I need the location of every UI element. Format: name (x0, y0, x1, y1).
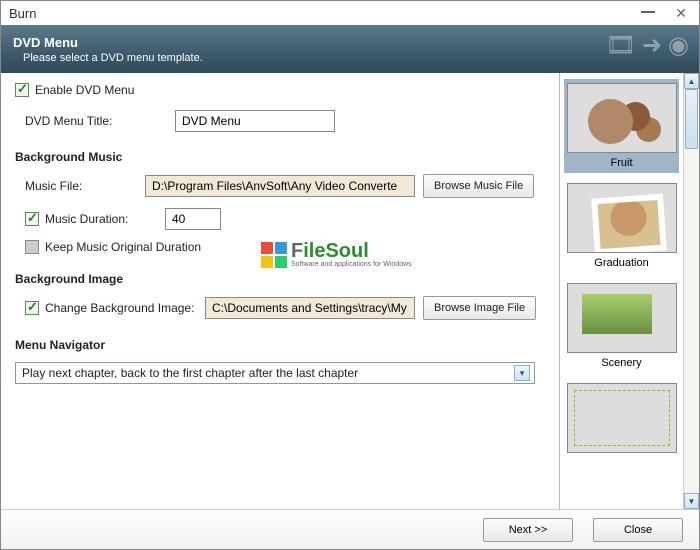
close-button[interactable]: Close (593, 518, 683, 542)
template-item[interactable] (564, 379, 679, 461)
template-list[interactable]: Fruit Graduation Scenery (560, 73, 683, 509)
titlebar: Burn ✕ (1, 1, 699, 25)
music-file-input[interactable] (145, 175, 415, 197)
film-icon: 🎞 (605, 31, 635, 60)
template-thumbnail (567, 283, 677, 353)
close-icon[interactable]: ✕ (675, 5, 687, 22)
section-navigator: Menu Navigator (15, 338, 545, 352)
section-bg-music: Background Music (15, 150, 545, 164)
banner: DVD Menu Please select a DVD menu templa… (1, 25, 699, 73)
scroll-thumb[interactable] (685, 89, 698, 149)
keep-original-label: Keep Music Original Duration (45, 240, 201, 254)
keep-original-duration-checkbox[interactable]: Keep Music Original Duration (15, 240, 201, 254)
minimize-button[interactable] (641, 11, 655, 13)
main-panel: Enable DVD Menu DVD Menu Title: Backgrou… (1, 73, 559, 509)
template-label: Fruit (566, 157, 677, 169)
browse-music-button[interactable]: Browse Music File (423, 174, 534, 198)
template-thumbnail (567, 383, 677, 453)
music-duration-label: Music Duration: (45, 212, 128, 226)
template-item-fruit[interactable]: Fruit (564, 79, 679, 173)
template-item-graduation[interactable]: Graduation (564, 179, 679, 273)
dvd-menu-title-label: DVD Menu Title: (15, 114, 175, 128)
banner-subtitle: Please select a DVD menu template. (23, 52, 203, 64)
template-label: Graduation (566, 257, 677, 269)
checkbox-icon (25, 212, 39, 226)
footer: Next >> Close (1, 509, 699, 549)
arrow-icon: ➜ (642, 31, 662, 60)
scroll-track[interactable] (684, 89, 699, 493)
template-sidebar: Fruit Graduation Scenery ▲ (559, 73, 699, 509)
change-bg-image-label: Change Background Image: (45, 301, 194, 315)
checkbox-icon (15, 83, 29, 97)
enable-dvd-menu-label: Enable DVD Menu (35, 83, 134, 97)
enable-dvd-menu-checkbox[interactable]: Enable DVD Menu (15, 83, 134, 97)
next-button[interactable]: Next >> (483, 518, 573, 542)
banner-title: DVD Menu (13, 35, 203, 50)
scroll-down-icon[interactable]: ▼ (684, 493, 699, 509)
sidebar-scrollbar[interactable]: ▲ ▼ (683, 73, 699, 509)
burn-window: Burn ✕ DVD Menu Please select a DVD menu… (0, 0, 700, 550)
bg-image-path-input[interactable] (205, 297, 415, 319)
template-thumbnail (567, 183, 677, 253)
template-label: Scenery (566, 357, 677, 369)
music-duration-input[interactable] (165, 208, 221, 230)
browse-image-button[interactable]: Browse Image File (423, 296, 536, 320)
window-title: Burn (9, 6, 36, 21)
checkbox-icon (25, 240, 39, 254)
music-duration-checkbox[interactable]: Music Duration: (15, 212, 165, 226)
chevron-down-icon: ▾ (514, 365, 530, 381)
navigator-select[interactable]: Play next chapter, back to the first cha… (15, 362, 535, 384)
template-thumbnail (567, 83, 677, 153)
navigator-selected-value: Play next chapter, back to the first cha… (22, 366, 358, 380)
disc-icon: ◉ (668, 31, 689, 60)
scroll-up-icon[interactable]: ▲ (684, 73, 699, 89)
change-bg-image-checkbox[interactable]: Change Background Image: (15, 301, 205, 315)
section-bg-image: Background Image (15, 272, 545, 286)
dvd-menu-title-input[interactable] (175, 110, 335, 132)
banner-decor: 🎞 ➜ ◉ (605, 31, 689, 60)
checkbox-icon (25, 301, 39, 315)
template-item-scenery[interactable]: Scenery (564, 279, 679, 373)
music-file-label: Music File: (15, 179, 145, 193)
